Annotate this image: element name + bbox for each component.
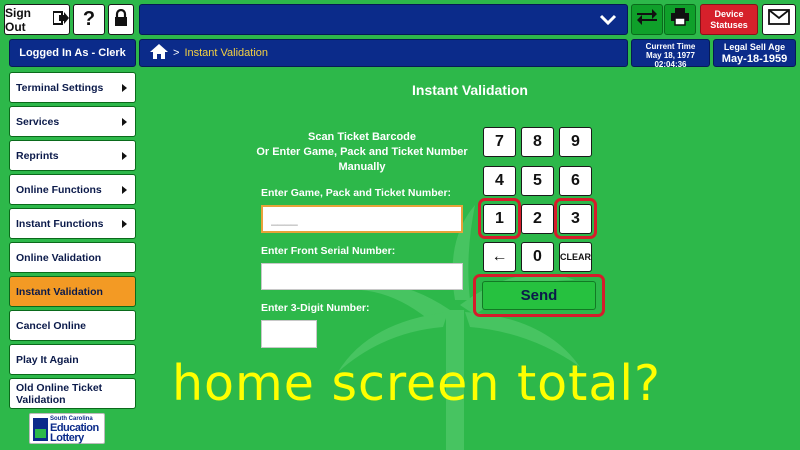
front-serial-input[interactable] bbox=[262, 264, 462, 289]
sidebar-item-instant-functions[interactable]: Instant Functions bbox=[9, 208, 136, 239]
sidebar-item-online-validation[interactable]: Online Validation bbox=[9, 242, 136, 273]
printer-icon bbox=[670, 8, 690, 31]
legal-sell-age-box: Legal Sell Age May-18-1959 bbox=[713, 39, 796, 67]
chevron-down-icon bbox=[599, 11, 617, 34]
mail-icon bbox=[768, 9, 790, 30]
sidebar-item-play-it-again[interactable]: Play It Again bbox=[9, 344, 136, 375]
ticket-number-field[interactable] bbox=[261, 205, 463, 233]
transfer-button[interactable] bbox=[631, 4, 663, 35]
signout-arrow-icon bbox=[52, 11, 69, 28]
sidebar-item-old-online-ticket-validation[interactable]: Old Online Ticket Validation bbox=[9, 378, 136, 409]
sidebar-item-label: Terminal Settings bbox=[16, 81, 104, 94]
keypad-key-0[interactable]: 0 bbox=[521, 242, 554, 272]
ticket-number-input[interactable] bbox=[263, 207, 461, 231]
current-time: 02:04:36 bbox=[654, 60, 687, 69]
caret-right-icon bbox=[122, 219, 127, 228]
keypad-key-4[interactable]: 4 bbox=[483, 166, 516, 196]
sidebar-item-label: Play It Again bbox=[16, 353, 79, 366]
education-lottery-logo: South Carolina Education Lottery bbox=[29, 413, 105, 444]
highlight-ring-key-3 bbox=[554, 198, 597, 239]
caret-right-icon bbox=[122, 151, 127, 160]
sidebar-item-reprints[interactable]: Reprints bbox=[9, 140, 136, 171]
sidebar-item-terminal-settings[interactable]: Terminal Settings bbox=[9, 72, 136, 103]
page-title: Instant Validation bbox=[412, 82, 528, 98]
current-date: May 18, 1977 bbox=[646, 51, 695, 60]
keypad-key-8[interactable]: 8 bbox=[521, 127, 554, 157]
logo-emblem-inner bbox=[35, 429, 46, 438]
sidebar-item-label: Instant Validation bbox=[16, 285, 103, 298]
breadcrumb-current: Instant Validation bbox=[184, 47, 269, 59]
device-statuses-button[interactable]: Device Statuses bbox=[700, 4, 758, 35]
logged-in-status: Logged In As - Clerk bbox=[9, 39, 136, 67]
legal-sell-age-date: May-18-1959 bbox=[721, 53, 788, 65]
sidebar-item-label: Cancel Online bbox=[16, 319, 87, 332]
front-serial-label: Enter Front Serial Number: bbox=[261, 245, 396, 257]
breadcrumb: > Instant Validation bbox=[139, 39, 628, 67]
game-selector-dropdown[interactable] bbox=[139, 4, 628, 35]
print-button[interactable] bbox=[664, 4, 696, 35]
device-statuses-line2: Statuses bbox=[710, 19, 748, 30]
keypad-key-9[interactable]: 9 bbox=[559, 127, 592, 157]
sidebar-item-label: Reprints bbox=[16, 149, 59, 162]
sidebar-item-cancel-online[interactable]: Cancel Online bbox=[9, 310, 136, 341]
keypad-key-5[interactable]: 5 bbox=[521, 166, 554, 196]
instruction-line: Manually bbox=[338, 161, 386, 173]
instruction-line: Scan Ticket Barcode bbox=[307, 131, 416, 143]
highlight-ring-key-1 bbox=[478, 198, 521, 239]
instructions: Scan Ticket Barcode Or Enter Game, Pack … bbox=[252, 130, 472, 175]
sign-out-button[interactable]: Sign Out bbox=[4, 4, 70, 35]
mail-button[interactable] bbox=[762, 4, 796, 35]
ticket-number-label: Enter Game, Pack and Ticket Number: bbox=[261, 187, 452, 199]
transfer-arrows-icon bbox=[636, 8, 658, 31]
three-digit-field[interactable] bbox=[261, 320, 317, 348]
home-icon[interactable] bbox=[150, 44, 168, 62]
breadcrumb-separator: > bbox=[173, 47, 180, 59]
keypad-backspace-key[interactable]: ← bbox=[483, 242, 516, 272]
highlight-ring-send bbox=[473, 274, 605, 317]
sidebar-item-label: Services bbox=[16, 115, 60, 128]
keypad-key-6[interactable]: 6 bbox=[559, 166, 592, 196]
three-digit-input[interactable] bbox=[262, 321, 316, 347]
three-digit-label: Enter 3-Digit Number: bbox=[261, 302, 370, 314]
help-button[interactable]: ? bbox=[73, 4, 105, 35]
keypad-key-7[interactable]: 7 bbox=[483, 127, 516, 157]
lock-button[interactable] bbox=[108, 4, 134, 35]
sign-out-label: Sign Out bbox=[5, 5, 31, 34]
caret-right-icon bbox=[122, 185, 127, 194]
sidebar-item-services[interactable]: Services bbox=[9, 106, 136, 137]
caret-right-icon bbox=[122, 117, 127, 126]
instruction-line: Or Enter Game, Pack and Ticket Number bbox=[256, 146, 468, 158]
sidebar-item-online-functions[interactable]: Online Functions bbox=[9, 174, 136, 205]
keypad-key-2[interactable]: 2 bbox=[521, 204, 554, 234]
overlay-caption: home screen total? bbox=[172, 355, 662, 412]
lock-icon bbox=[114, 8, 128, 31]
front-serial-field[interactable] bbox=[261, 263, 463, 290]
keypad-clear-key[interactable]: CLEAR bbox=[559, 242, 592, 272]
device-statuses-line1: Device bbox=[714, 8, 744, 19]
sidebar-item-label: Online Validation bbox=[16, 251, 102, 264]
current-time-box: Current Time May 18, 1977 02:04:36 bbox=[631, 39, 710, 69]
sidebar-item-label: Online Functions bbox=[16, 183, 102, 196]
logo-line3: Lottery bbox=[50, 432, 84, 444]
sidebar-item-instant-validation[interactable]: Instant Validation bbox=[9, 276, 136, 307]
sidebar-item-label: Old Online Ticket Validation bbox=[16, 381, 103, 406]
palmetto-watermark-icon bbox=[338, 205, 580, 450]
sidebar-item-label: Instant Functions bbox=[16, 217, 104, 230]
caret-right-icon bbox=[122, 83, 127, 92]
legal-sell-age-label: Legal Sell Age bbox=[723, 42, 786, 52]
current-time-label: Current Time bbox=[645, 42, 696, 51]
